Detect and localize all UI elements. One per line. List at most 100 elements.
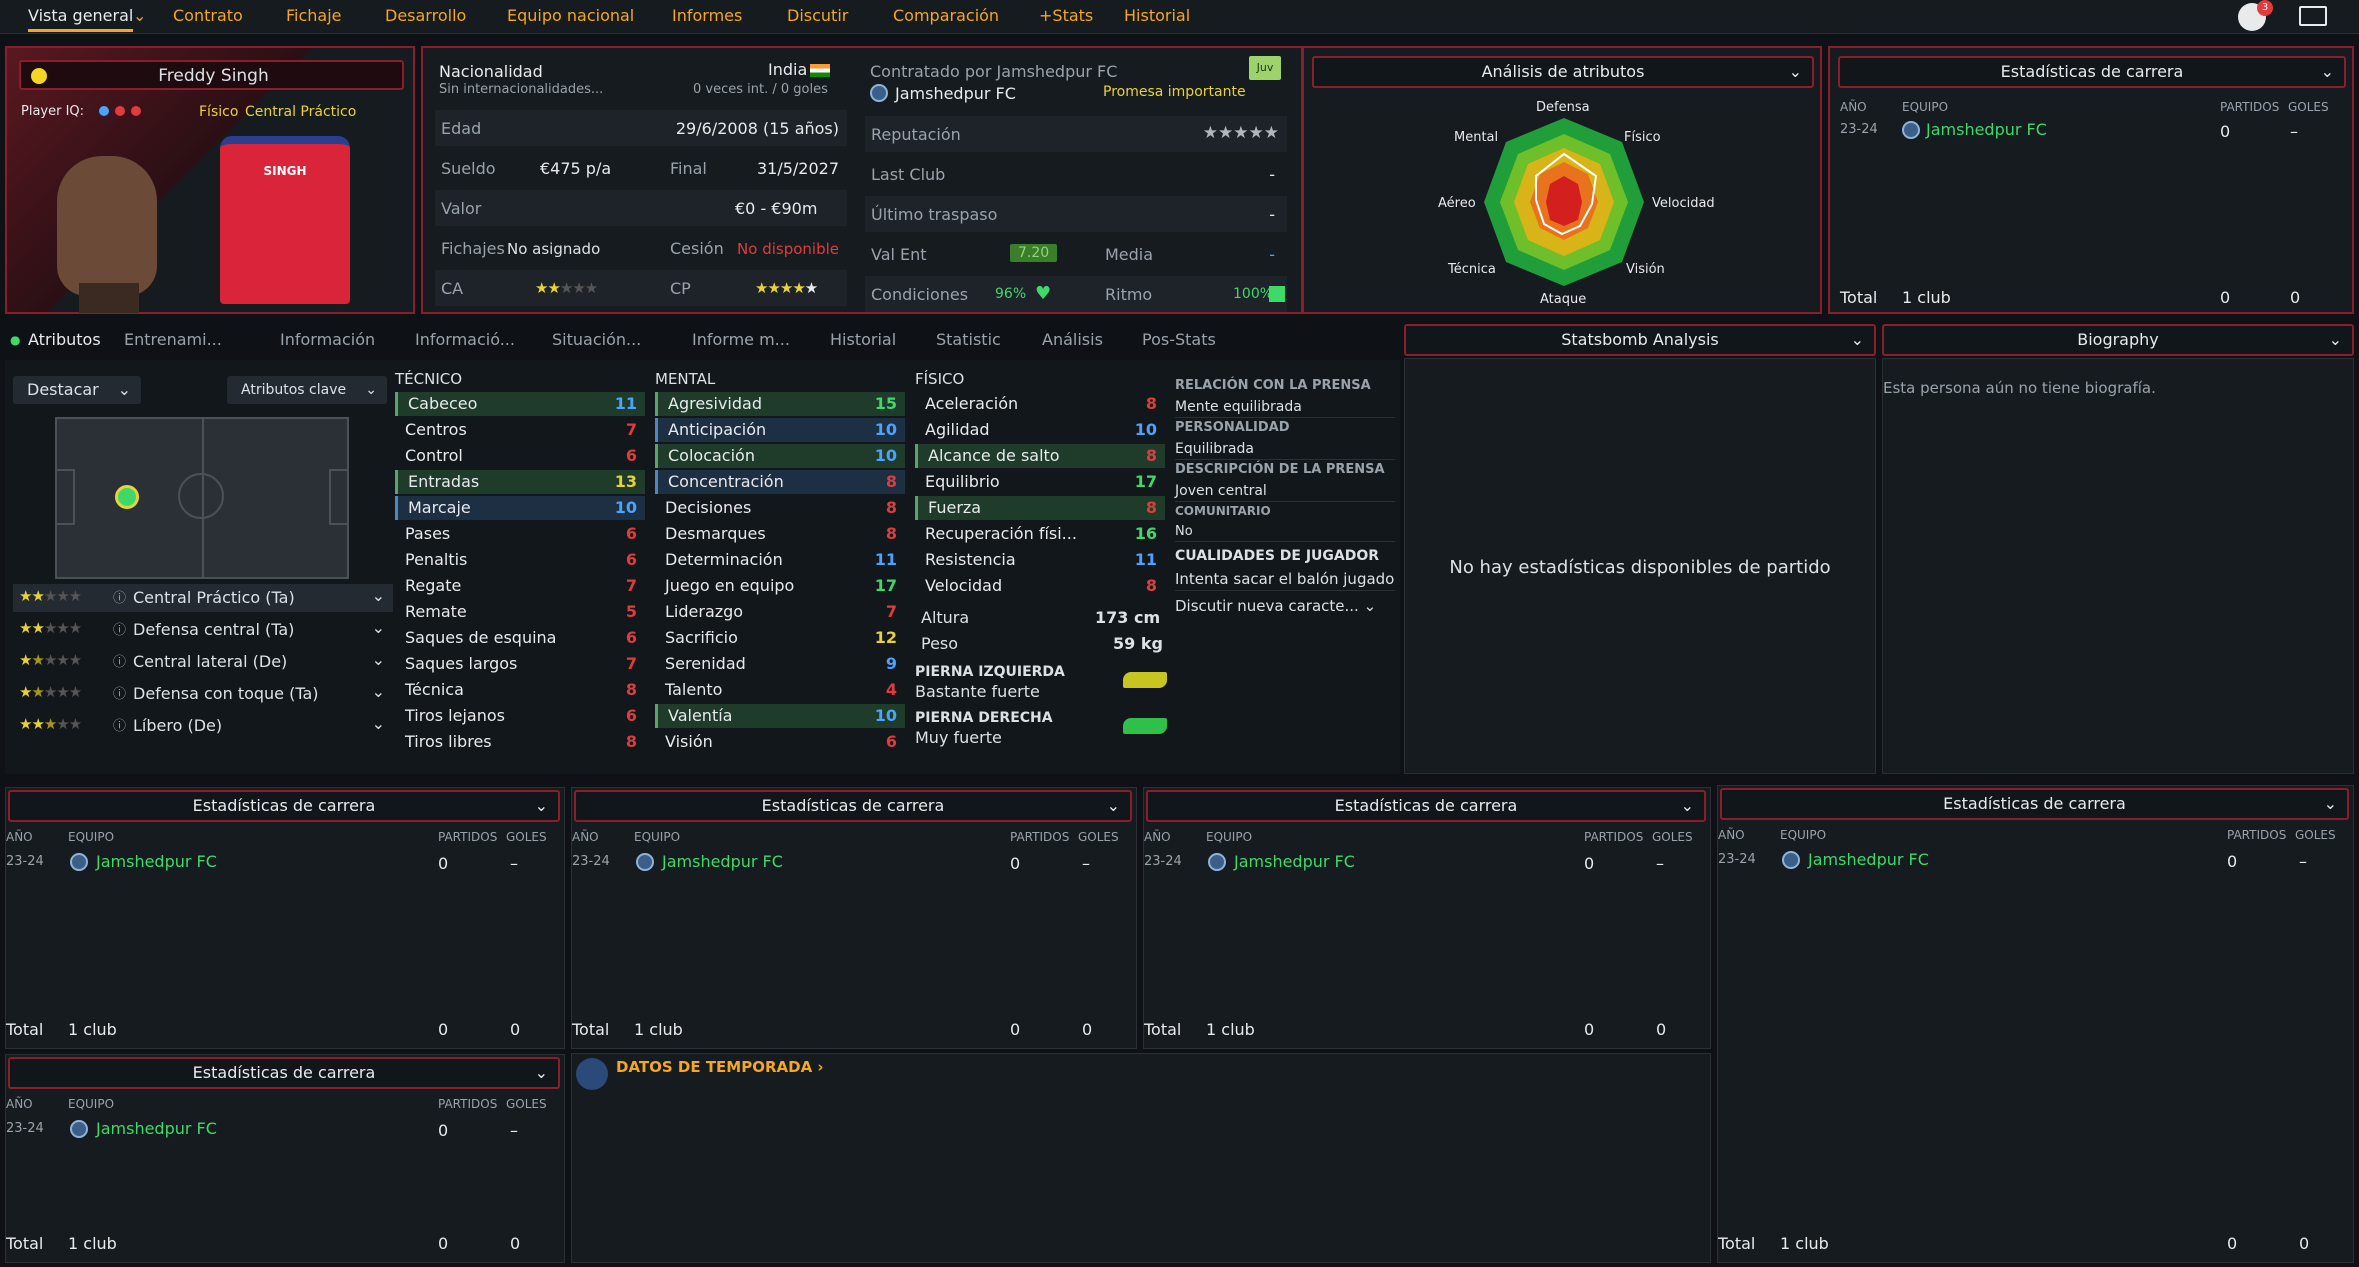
attribute-row[interactable]: Aceleración 8: [915, 392, 1165, 416]
attribute-row[interactable]: Juego en equipo 17: [655, 574, 905, 598]
tab-informacion[interactable]: Información: [280, 330, 375, 349]
attribute-row[interactable]: Agresividad 15: [655, 392, 905, 416]
career-team[interactable]: Jamshedpur FC: [662, 852, 783, 871]
tab-atributos[interactable]: Atributos: [28, 330, 101, 349]
info-icon[interactable]: ⓘ: [113, 587, 126, 606]
attribute-row[interactable]: Determinación 11: [655, 548, 905, 572]
info-icon[interactable]: ⓘ: [113, 619, 126, 638]
attribute-row[interactable]: Sacrificio 12: [655, 626, 905, 650]
position-rating-row[interactable]: ★★★★★ ⓘ Líbero (De) ⌄: [13, 712, 393, 740]
attribute-row[interactable]: Anticipación 10: [655, 418, 905, 442]
attribute-row[interactable]: Cabeceo 11: [395, 392, 645, 416]
career-total-matches: 0: [438, 1234, 449, 1253]
discuss-trait-button[interactable]: Discutir nueva caracte... ⌄: [1175, 597, 1395, 615]
attribute-row[interactable]: Tiros lejanos 6: [395, 704, 645, 728]
nav-contrato[interactable]: Contrato: [173, 6, 243, 25]
weight-value: 59 kg: [1113, 634, 1163, 653]
nav-historial[interactable]: Historial: [1124, 6, 1190, 25]
attribute-row[interactable]: Agilidad 10: [915, 418, 1165, 442]
key-attrs-select[interactable]: Atributos clave ⌄: [227, 376, 387, 404]
career-team[interactable]: Jamshedpur FC: [1808, 850, 1929, 869]
attribute-row[interactable]: Desmarques 8: [655, 522, 905, 546]
tab-informe[interactable]: Informe m...: [692, 330, 790, 349]
attribute-row[interactable]: Penaltis 6: [395, 548, 645, 572]
attribute-row[interactable]: Decisiones 8: [655, 496, 905, 520]
position-rating-row[interactable]: ★★★★★ ⓘ Defensa central (Ta) ⌄: [13, 616, 393, 644]
chevron-down-icon[interactable]: ⌄: [372, 586, 385, 605]
career-select[interactable]: Estadísticas de carrera ⌄: [574, 790, 1132, 822]
nav-fichaje[interactable]: Fichaje: [286, 6, 342, 25]
attribute-row[interactable]: Equilibrio 17: [915, 470, 1165, 494]
info-icon[interactable]: ⓘ: [113, 651, 126, 670]
attribute-row[interactable]: Entradas 13: [395, 470, 645, 494]
screen-icon[interactable]: [2299, 6, 2327, 26]
attribute-row[interactable]: Regate 7: [395, 574, 645, 598]
position-rating-row[interactable]: ★★★★★ ⓘ Central lateral (De) ⌄: [13, 648, 393, 676]
attribute-row[interactable]: Centros 7: [395, 418, 645, 442]
tab-historial[interactable]: Historial: [830, 330, 896, 349]
attribute-row[interactable]: Marcaje 10: [395, 496, 645, 520]
nav-desarrollo[interactable]: Desarrollo: [385, 6, 466, 25]
tab-statistic[interactable]: Statistic: [936, 330, 1001, 349]
position-rating-row[interactable]: ★★★★★ ⓘ Central Práctico (Ta) ⌄: [13, 584, 393, 612]
transfer-label: Fichajes: [441, 239, 505, 258]
highlight-select[interactable]: Destacar ⌄: [13, 376, 141, 404]
club-name[interactable]: Jamshedpur FC: [895, 84, 1016, 103]
nav-equipo-nacional[interactable]: Equipo nacional: [507, 6, 634, 25]
attribute-row[interactable]: Colocación 10: [655, 444, 905, 468]
career-team[interactable]: Jamshedpur FC: [1234, 852, 1355, 871]
attribute-row[interactable]: Velocidad 8: [915, 574, 1165, 598]
position-rating-row[interactable]: ★★★★★ ⓘ Defensa con toque (Ta) ⌄: [13, 680, 393, 708]
attribute-row[interactable]: Saques de esquina 6: [395, 626, 645, 650]
chevron-down-icon[interactable]: ⌄: [372, 714, 385, 733]
attribute-row[interactable]: Liderazgo 7: [655, 600, 905, 624]
attribute-value: 4: [885, 680, 897, 699]
attribute-row[interactable]: Saques largos 7: [395, 652, 645, 676]
nav-discutir[interactable]: Discutir: [787, 6, 848, 25]
tab-analisis[interactable]: Análisis: [1042, 330, 1103, 349]
attribute-row[interactable]: Pases 6: [395, 522, 645, 546]
attribute-row[interactable]: Fuerza 8: [915, 496, 1165, 520]
attribute-row[interactable]: Tiros libres 8: [395, 730, 645, 754]
tab-situacion[interactable]: Situación...: [552, 330, 641, 349]
radar-select[interactable]: Análisis de atributos ⌄: [1312, 56, 1814, 88]
attribute-row[interactable]: Valentía 10: [655, 704, 905, 728]
career-select[interactable]: Estadísticas de carrera ⌄: [1838, 56, 2346, 88]
chevron-down-icon[interactable]: ⌄: [372, 618, 385, 637]
nav-vista-general[interactable]: Vista general: [28, 6, 134, 32]
attribute-value: 11: [614, 394, 637, 413]
tab-pos-stats[interactable]: Pos-Stats: [1142, 330, 1216, 349]
attribute-row[interactable]: Técnica 8: [395, 678, 645, 702]
nav-informes[interactable]: Informes: [672, 6, 742, 25]
nav-stats[interactable]: +Stats: [1039, 6, 1093, 25]
chevron-down-icon[interactable]: ⌄: [372, 682, 385, 701]
career-team[interactable]: Jamshedpur FC: [96, 852, 217, 871]
career-team[interactable]: Jamshedpur FC: [1926, 120, 2047, 139]
attribute-row[interactable]: Alcance de salto 8: [915, 444, 1165, 468]
attribute-row[interactable]: Talento 4: [655, 678, 905, 702]
right-boot-icon: [1123, 718, 1167, 734]
career-select[interactable]: Estadísticas de carrera ⌄: [8, 790, 560, 822]
bio-select[interactable]: Biography ⌄: [1882, 324, 2354, 356]
attribute-row[interactable]: Recuperación físi... 16: [915, 522, 1165, 546]
season-data-link[interactable]: DATOS DE TEMPORADA ›: [616, 1058, 824, 1076]
attribute-row[interactable]: Resistencia 11: [915, 548, 1165, 572]
career-select[interactable]: Estadísticas de carrera ⌄: [1720, 788, 2349, 820]
club-crest-icon: [1902, 121, 1920, 139]
info-icon[interactable]: ⓘ: [113, 715, 126, 734]
statsbomb-select[interactable]: Statsbomb Analysis ⌄: [1404, 324, 1876, 356]
chevron-down-icon[interactable]: ⌄: [372, 650, 385, 669]
attribute-row[interactable]: Remate 5: [395, 600, 645, 624]
attribute-name: Agilidad: [925, 420, 990, 439]
tab-entrenamiento[interactable]: Entrenami...: [124, 330, 222, 349]
career-select[interactable]: Estadísticas de carrera ⌄: [8, 1057, 560, 1089]
info-icon[interactable]: ⓘ: [113, 683, 126, 702]
attribute-row[interactable]: Control 6: [395, 444, 645, 468]
career-team[interactable]: Jamshedpur FC: [96, 1119, 217, 1138]
career-select[interactable]: Estadísticas de carrera ⌄: [1146, 790, 1706, 822]
attribute-row[interactable]: Concentración 8: [655, 470, 905, 494]
nav-comparacion[interactable]: Comparación: [893, 6, 999, 25]
attribute-row[interactable]: Serenidad 9: [655, 652, 905, 676]
tab-informacion-2[interactable]: Informació...: [415, 330, 515, 349]
attribute-row[interactable]: Visión 6: [655, 730, 905, 754]
